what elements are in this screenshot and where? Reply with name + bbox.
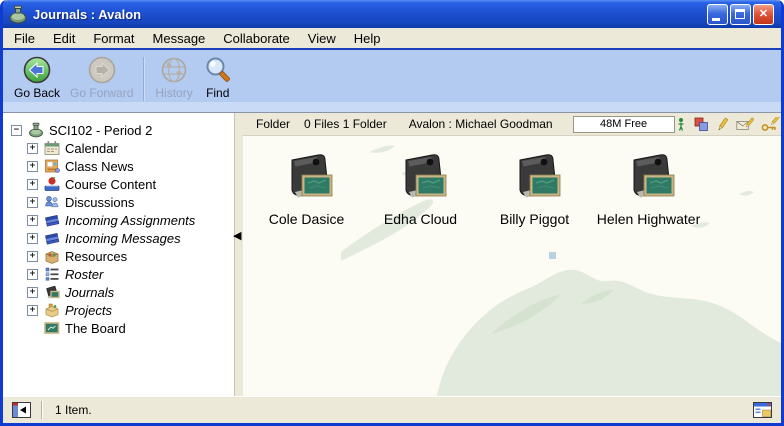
folder-contents: Cole Dasice Edha Clo [243, 136, 781, 396]
main-panel: Folder 0 Files 1 Folder Avalon : Michael… [243, 113, 781, 396]
layout-view-icon[interactable] [753, 402, 772, 418]
window-controls: ✕ [707, 4, 774, 25]
tree-item-class-news[interactable]: + Class News [3, 157, 234, 175]
collapse-panel-arrow-icon[interactable]: ◀ [233, 231, 241, 242]
apple-book-icon [44, 176, 60, 192]
menu-format[interactable]: Format [84, 29, 143, 48]
forward-arrow-icon [87, 55, 117, 85]
menubar: File Edit Format Message Collaborate Vie… [3, 28, 781, 48]
folder-label: Folder [256, 117, 290, 131]
journal-item[interactable]: Cole Dasice [256, 152, 357, 227]
panel-toggle-icon[interactable] [12, 402, 31, 418]
journal-item[interactable]: Helen Highwater [598, 152, 699, 227]
flask-icon [28, 122, 44, 138]
tree-item-roster[interactable]: + Roster [3, 265, 234, 283]
person-icon[interactable] [675, 117, 687, 132]
minimize-button[interactable] [707, 4, 728, 25]
list-icon [44, 266, 60, 282]
folder-info-bar: Folder 0 Files 1 Folder Avalon : Michael… [243, 113, 781, 136]
journal-name: Edha Cloud [384, 211, 457, 227]
titlebar[interactable]: Journals : Avalon ✕ [3, 0, 781, 28]
magnifier-icon [203, 55, 233, 85]
tree-item-projects[interactable]: + Projects [3, 301, 234, 319]
go-forward-button: Go Forward [65, 54, 138, 101]
maximize-button[interactable] [730, 4, 751, 25]
tree-item-the-board[interactable]: The Board [3, 319, 234, 337]
maximize-icon [735, 9, 745, 19]
tree-item-discussions[interactable]: + Discussions [3, 193, 234, 211]
tree-item-incoming-assignments[interactable]: + Incoming Assignments [3, 211, 234, 229]
calendar-icon [44, 140, 60, 156]
journal-book-icon [44, 284, 60, 300]
course-tree: − SCI102 - Period 2 + Cale [3, 113, 234, 396]
journal-book-icon [392, 152, 450, 206]
menu-edit[interactable]: Edit [44, 29, 84, 48]
close-button[interactable]: ✕ [753, 4, 774, 25]
key-pencil-icon[interactable] [761, 117, 780, 132]
journal-item[interactable]: Edha Cloud [370, 152, 471, 227]
folder-counts: 0 Files 1 Folder [304, 117, 387, 131]
expand-expander[interactable]: + [27, 233, 38, 244]
expand-expander[interactable]: + [27, 161, 38, 172]
journal-book-icon [278, 152, 336, 206]
pencil-icon[interactable] [716, 117, 729, 132]
journal-book-icon [620, 152, 678, 206]
people-icon [44, 194, 60, 210]
content-area: − SCI102 - Period 2 + Cale [3, 112, 781, 396]
panel-splitter[interactable]: ◀ [234, 113, 243, 396]
tree-root-sci102[interactable]: − SCI102 - Period 2 [3, 121, 234, 139]
toolbar-separator [143, 57, 145, 101]
journal-item[interactable]: Billy Piggot [484, 152, 585, 227]
tree-item-incoming-messages[interactable]: + Incoming Messages [3, 229, 234, 247]
free-space-gauge: 48M Free [573, 116, 675, 133]
back-arrow-icon [22, 55, 52, 85]
journal-name: Billy Piggot [500, 211, 569, 227]
mail-pencil-icon[interactable] [736, 117, 754, 132]
tree-item-resources[interactable]: + Resources [3, 247, 234, 265]
tree-item-course-content[interactable]: + Course Content [3, 175, 234, 193]
menu-file[interactable]: File [5, 29, 44, 48]
expand-expander[interactable]: + [27, 305, 38, 316]
item-count: 1 Item. [55, 403, 92, 417]
expand-expander[interactable]: + [27, 215, 38, 226]
chalkboard-icon [44, 320, 60, 336]
history-button: History [150, 54, 197, 101]
journal-name: Cole Dasice [269, 211, 344, 227]
expand-expander[interactable]: + [27, 251, 38, 262]
go-back-button[interactable]: Go Back [9, 54, 65, 101]
tree-item-calendar[interactable]: + Calendar [3, 139, 234, 157]
find-button[interactable]: Find [198, 54, 238, 101]
app-window: Journals : Avalon ✕ File Edit Format Mes… [0, 0, 784, 426]
crate-icon [44, 302, 60, 318]
window-title: Journals : Avalon [33, 7, 707, 22]
status-separator [41, 401, 43, 419]
expand-expander[interactable]: + [27, 287, 38, 298]
minimize-icon [712, 18, 720, 21]
books-icon [44, 230, 60, 246]
journal-book-icon [506, 152, 564, 206]
folder-owner: Avalon : Michael Goodman [409, 117, 553, 131]
flask-app-icon [8, 4, 28, 24]
books-icon [44, 212, 60, 228]
menu-message[interactable]: Message [144, 29, 215, 48]
journal-grid: Cole Dasice Edha Clo [243, 136, 781, 227]
tree-item-journals[interactable]: + Journals [3, 283, 234, 301]
journal-name: Helen Highwater [597, 211, 701, 227]
expand-expander[interactable]: + [27, 143, 38, 154]
toolbar: Go Back Go Forward History [3, 50, 781, 112]
expand-expander[interactable]: + [27, 269, 38, 280]
menu-view[interactable]: View [299, 29, 345, 48]
infobar-tool-icons [675, 117, 780, 132]
menu-collaborate[interactable]: Collaborate [214, 29, 299, 48]
menu-help[interactable]: Help [345, 29, 390, 48]
statusbar: 1 Item. [3, 396, 781, 423]
expand-expander[interactable]: + [27, 179, 38, 190]
shapes-icon[interactable] [694, 117, 709, 132]
collapse-expander[interactable]: − [11, 125, 22, 136]
box-icon [44, 248, 60, 264]
news-icon [44, 158, 60, 174]
expand-expander[interactable]: + [27, 197, 38, 208]
globe-icon [159, 55, 189, 85]
